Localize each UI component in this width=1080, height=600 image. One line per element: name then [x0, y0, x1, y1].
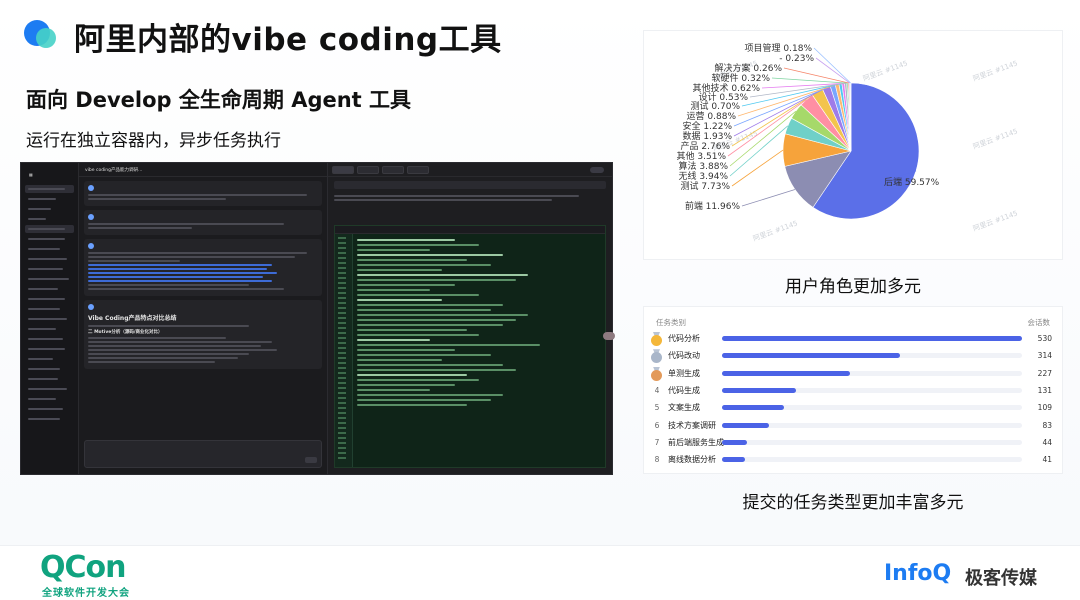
task-category-label: 离线数据分析 — [668, 455, 716, 465]
rank-number: 8 — [654, 455, 660, 465]
task-bar — [722, 387, 797, 393]
task-type-chart: 任务类别 会话数 代码分析 530 代码改动 314 单测生成 227 4 代码生成 131 5 文… — [643, 306, 1063, 474]
medal-icon — [650, 366, 663, 381]
task-count-value: 131 — [1037, 385, 1052, 395]
task-category-label: 代码生成 — [668, 385, 700, 395]
task-category-label: 前后端服务生成 — [668, 437, 724, 447]
slide: 阿里内部的vibe coding工具 面向 Develop 全生命周期 Agen… — [0, 0, 1080, 600]
bar-track — [722, 336, 1022, 341]
panel-resize-handle[interactable] — [603, 332, 615, 340]
chat-message — [84, 181, 322, 206]
task-row: 代码分析 530 — [644, 331, 1064, 347]
watermark-text: 阿里云 #1145 — [972, 208, 1019, 233]
chat-message — [84, 210, 322, 235]
task-bar — [722, 370, 851, 376]
rank-number: 6 — [654, 420, 660, 430]
qcon-logo: QCon — [40, 550, 126, 585]
preview-tab[interactable] — [332, 165, 354, 174]
task-count-value: 227 — [1037, 368, 1052, 378]
task-row: 单测生成 227 — [644, 366, 1064, 382]
bar-track — [722, 370, 1022, 376]
task-count-value: 530 — [1037, 334, 1052, 343]
code-editor — [334, 225, 606, 468]
chat-input[interactable] — [84, 440, 322, 468]
task-category-label: 单测生成 — [668, 368, 700, 378]
task-bar — [722, 405, 784, 411]
task-category-label: 代码分析 — [668, 334, 700, 343]
bar-track — [722, 422, 1022, 428]
toggle-switch[interactable] — [590, 167, 604, 173]
pie-chart-caption: 用户角色更加多元 — [785, 277, 921, 297]
task-category-label: 代码改动 — [668, 351, 700, 361]
pie-chart-card: 阿里云 #1145 阿里云 #1145 阿里云 #1145 阿里云 #1145 阿里云 … — [643, 30, 1063, 260]
preview-tab[interactable] — [407, 165, 429, 174]
task-category-label: 文案生成 — [668, 403, 700, 413]
app-chat-panel: vibe coding产品能力调研... Vibe Coding产品特点对比总结… — [79, 163, 327, 474]
chat-message — [84, 239, 322, 296]
pie-slice-label: - 0.23% — [779, 54, 814, 64]
task-bar — [722, 353, 900, 359]
pie-slice-label: 解决方案 0.26% — [715, 62, 783, 74]
task-chart-caption: 提交的任务类型更加丰富多元 — [742, 493, 964, 513]
section-subtitle: 面向 Develop 全生命周期 Agent 工具 — [26, 88, 412, 112]
pie-slice-label: 前端 11.96% — [685, 200, 741, 212]
medal-icon — [650, 349, 663, 364]
watermark-text: 阿里云 #1145 — [972, 126, 1019, 151]
task-count-value: 41 — [1042, 455, 1052, 465]
task-bar — [722, 439, 747, 445]
column-header-count: 会话数 — [1027, 318, 1051, 327]
task-category-label: 技术方案调研 — [668, 420, 716, 430]
medal-icon — [650, 332, 663, 346]
task-count-value: 314 — [1037, 351, 1052, 361]
task-bar — [722, 422, 769, 428]
chat-title: vibe coding产品能力调研... — [85, 167, 143, 173]
task-bar — [722, 457, 746, 463]
section-description: 运行在独立容器内，异步任务执行 — [26, 131, 281, 151]
watermark-text: 阿里云 #1145 — [862, 58, 909, 83]
task-count-value: 83 — [1042, 420, 1052, 430]
pie-slice-label: 项目管理 0.18% — [745, 42, 813, 54]
task-bar — [722, 336, 1022, 341]
bar-track — [722, 405, 1022, 411]
send-button[interactable] — [305, 457, 317, 463]
brand-logo-icon — [24, 18, 64, 50]
app-file-preview — [327, 163, 612, 474]
rank-number: 4 — [654, 385, 660, 395]
page-title: 阿里内部的vibe coding工具 — [74, 22, 502, 58]
qcon-tagline: 全球软件开发大会 — [42, 588, 130, 599]
pie-chart: 阿里云 #1145 阿里云 #1145 阿里云 #1145 阿里云 #1145 阿里云 … — [677, 42, 1019, 243]
app-sidebar: ▦ — [21, 163, 79, 474]
message-subheading: 二 Motive分析（源码/商业化对比） — [88, 330, 163, 335]
app-screenshot: ▦ vibe coding产品能力调研... Vibe Coding产品特点对比… — [20, 162, 613, 475]
pie-slice-label: 后端 59.57% — [884, 176, 940, 188]
task-count-value: 109 — [1037, 403, 1052, 413]
task-row: 4 代码生成 131 — [644, 383, 1064, 399]
chat-message: Vibe Coding产品特点对比总结 二 Motive分析（源码/商业化对比） — [84, 300, 322, 369]
bar-track — [722, 353, 1022, 359]
task-row: 7 前后端服务生成 44 — [644, 435, 1064, 451]
pie-slice-label: 设计 0.53% — [699, 91, 749, 103]
watermark-text: 阿里云 #1145 — [752, 218, 799, 243]
preview-tab[interactable] — [382, 165, 404, 174]
geek-media-logo: 极客传媒 — [965, 568, 1037, 589]
task-row: 8 离线数据分析 41 — [644, 452, 1064, 468]
message-heading: Vibe Coding产品特点对比总结 — [88, 315, 177, 322]
rank-number: 7 — [654, 437, 660, 447]
pie-leader-line — [813, 47, 851, 84]
task-row: 代码改动 314 — [644, 348, 1064, 364]
task-count-value: 44 — [1042, 437, 1052, 447]
infoq-logo: InfoQ — [884, 561, 952, 586]
bar-track — [722, 387, 1022, 393]
bar-track — [722, 439, 1022, 445]
rank-number: 5 — [654, 403, 660, 413]
bar-track — [722, 457, 1022, 463]
pie-leader-line — [771, 77, 848, 84]
watermark-text: 阿里云 #1145 — [972, 58, 1019, 83]
task-row: 6 技术方案调研 83 — [644, 418, 1064, 434]
column-header-type: 任务类别 — [656, 318, 686, 327]
task-row: 5 文案生成 109 — [644, 400, 1064, 416]
pie-leader-line — [741, 189, 796, 207]
preview-tab[interactable] — [357, 165, 379, 174]
